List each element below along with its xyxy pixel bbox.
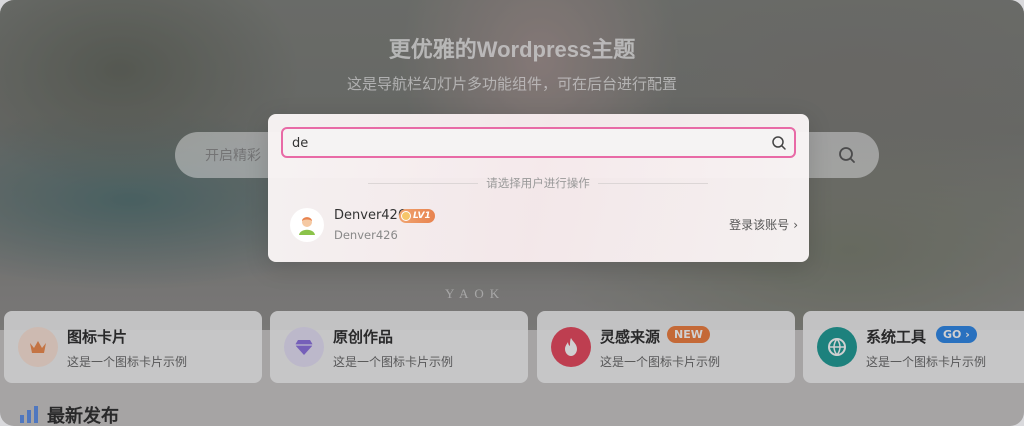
user-search-modal: 请选择用户进行操作 Denver426 LV1 Denver426 登录该账号 …: [268, 114, 809, 262]
divider: [368, 182, 479, 184]
app-window: 更优雅的Wordpress主题 这是导航栏幻灯片多功能组件，可在后台进行配置 Y…: [0, 0, 1024, 426]
modal-hint-row: 请选择用户进行操作: [368, 176, 708, 190]
divider: [597, 182, 708, 184]
avatar: [290, 208, 324, 242]
user-search-input[interactable]: [292, 133, 752, 153]
modal-hint: 请选择用户进行操作: [486, 176, 590, 190]
user-subtitle: Denver426: [334, 228, 398, 242]
user-name: Denver426: [334, 208, 407, 223]
level-medal-icon: [401, 211, 411, 221]
user-level-badge: LV1: [399, 209, 435, 223]
login-as-user-link[interactable]: 登录该账号 ›: [729, 216, 798, 233]
modal-search-box: [281, 127, 796, 158]
user-result-row[interactable]: Denver426 LV1 Denver426 登录该账号 ›: [290, 206, 798, 244]
chevron-right-icon: ›: [793, 217, 798, 232]
login-as-user-label: 登录该账号: [729, 218, 790, 232]
user-level-label: LV1: [413, 211, 431, 221]
search-icon[interactable]: [771, 135, 787, 151]
